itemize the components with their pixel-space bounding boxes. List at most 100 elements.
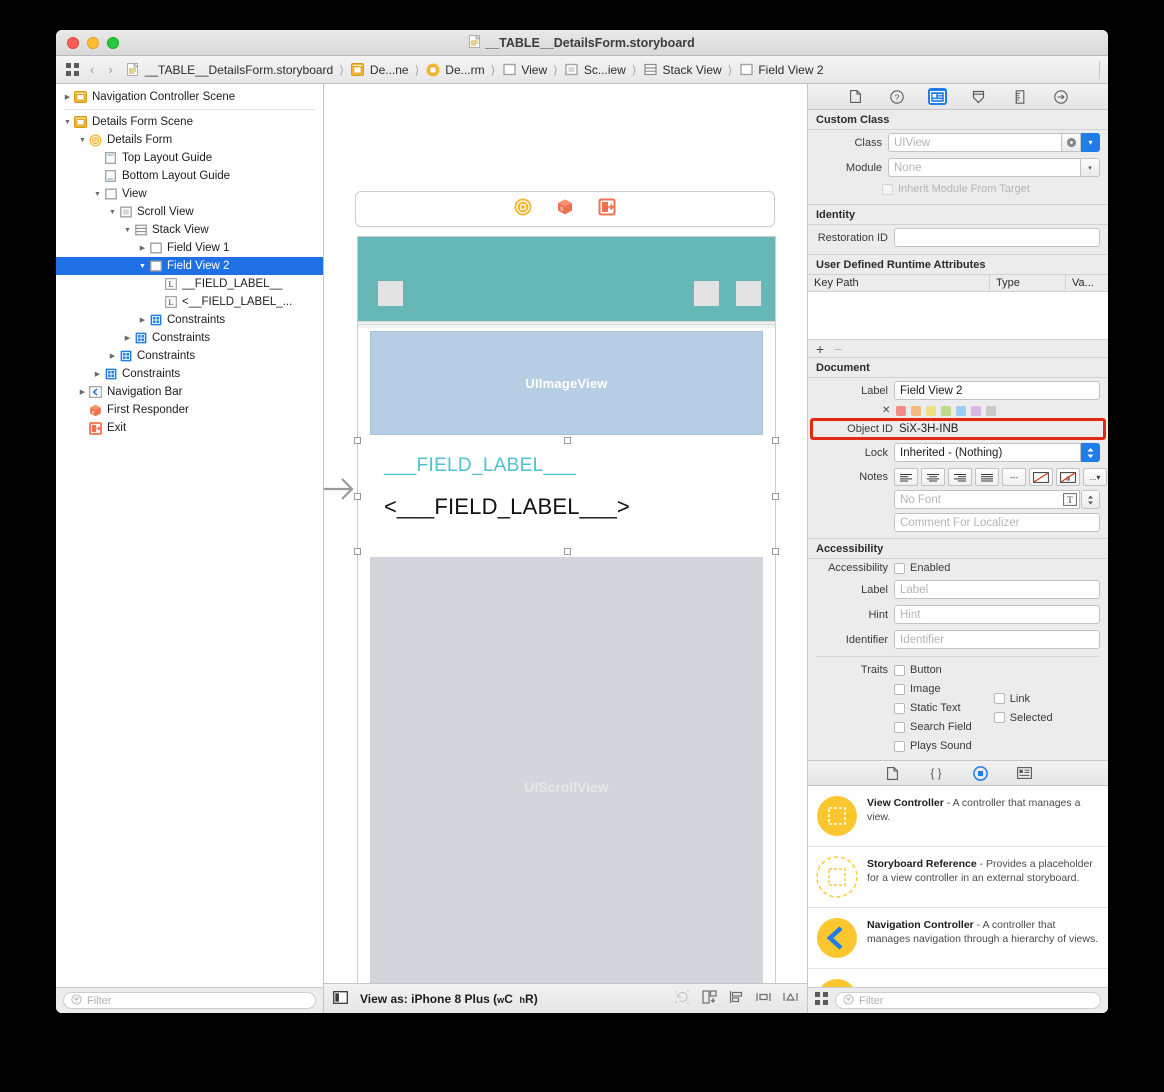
align-center-icon[interactable] [921, 468, 945, 486]
field-view-2-preview[interactable]: ___FIELD_LABEL___ <___FIELD_LABEL___> [354, 437, 779, 555]
swatch-orange[interactable] [911, 405, 922, 416]
twisty-down-icon[interactable]: ▼ [107, 209, 118, 216]
connections-inspector-icon[interactable] [1051, 88, 1070, 105]
library-filter-input[interactable]: Filter [835, 992, 1101, 1009]
accessibility-hint-input[interactable]: Hint [894, 605, 1100, 624]
comment-for-localizer-input[interactable]: Comment For Localizer [894, 513, 1100, 532]
outline-row-details-form-scene[interactable]: ▼ Details Form Scene [56, 113, 323, 131]
trait-button-checkbox[interactable] [894, 664, 905, 676]
class-clear-icon[interactable] [1062, 133, 1081, 152]
trait-link-checkbox[interactable] [993, 693, 1005, 704]
breadcrumb-item-6[interactable]: Field View 2 [738, 62, 824, 78]
add-attribute-button[interactable]: + [816, 341, 824, 357]
breadcrumb-item-3[interactable]: View ⟩ [501, 62, 559, 78]
lock-stepper-icon[interactable] [1081, 443, 1100, 462]
twisty-right-icon[interactable]: ▶ [137, 316, 148, 324]
remove-attribute-button[interactable]: − [834, 341, 842, 357]
resize-handle-tr[interactable] [772, 437, 779, 444]
outline-row-top-layout-guide[interactable]: Top Layout Guide [56, 149, 323, 167]
outline-row-exit[interactable]: Exit [56, 419, 323, 437]
media-library-icon[interactable] [1015, 765, 1033, 782]
scroll-view-preview[interactable]: UIScrollView [370, 557, 763, 983]
no-background-color-icon[interactable] [1029, 468, 1053, 486]
storyboard-canvas[interactable]: UIImageView ___FIELD_LABEL___ <___FIELD_… [324, 84, 807, 983]
module-input[interactable]: None [888, 158, 1081, 177]
resolve-issues-icon[interactable] [783, 990, 798, 1007]
resize-handle-r[interactable] [772, 493, 779, 500]
trait-image-checkbox[interactable] [894, 683, 905, 695]
twisty-down-icon[interactable]: ▼ [137, 263, 148, 270]
twisty-right-icon[interactable]: ▶ [137, 244, 148, 252]
update-frames-icon[interactable] [675, 990, 690, 1007]
font-size-stepper[interactable] [1081, 490, 1100, 509]
document-label-input[interactable]: Field View 2 [894, 381, 1100, 400]
outline-row-scroll-view[interactable]: ▼ Scroll View [56, 203, 323, 221]
outline-row-field-label[interactable]: L __FIELD_LABEL__ [56, 275, 323, 293]
swatch-gray[interactable] [986, 405, 997, 416]
breadcrumb-item-4[interactable]: Sc...iew ⟩ [564, 62, 639, 78]
quick-help-inspector-icon[interactable]: ? [887, 88, 906, 105]
no-text-color-icon[interactable]: a [1056, 468, 1080, 486]
code-snippet-library-icon[interactable]: { } [927, 765, 945, 782]
outline-row-view[interactable]: ▼ View [56, 185, 323, 203]
outline-row-constraints[interactable]: ▶ Constraints [56, 347, 323, 365]
accessibility-enabled-checkbox[interactable] [894, 562, 905, 574]
attributes-inspector-icon[interactable] [969, 88, 988, 105]
twisty-down-icon[interactable]: ▼ [77, 137, 88, 144]
swatch-purple[interactable] [971, 405, 982, 416]
library-item-list[interactable]: View Controller - A controller that mana… [808, 786, 1108, 987]
navigation-bar-preview[interactable] [358, 237, 775, 321]
restoration-id-input[interactable] [894, 228, 1100, 247]
file-inspector-icon[interactable] [846, 88, 865, 105]
trait-selected-checkbox[interactable] [993, 712, 1005, 723]
outline-row-first-responder[interactable]: First Responder [56, 401, 323, 419]
library-grid-toggle-icon[interactable] [815, 991, 828, 1010]
library-item[interactable]: View Controller - A controller that mana… [808, 786, 1108, 847]
accessibility-identifier-input[interactable]: Identifier [894, 630, 1100, 649]
device-preview[interactable]: UIImageView ___FIELD_LABEL___ <___FIELD_… [354, 236, 779, 983]
class-dropdown-button[interactable]: ▾ [1081, 133, 1100, 152]
outline-row-field-view-2[interactable]: ▼ Field View 2 [56, 257, 323, 275]
twisty-down-icon[interactable]: ▼ [122, 227, 133, 234]
size-inspector-icon[interactable] [1010, 88, 1029, 105]
dashed-line-icon[interactable]: --- [1002, 468, 1026, 486]
align-left-icon[interactable] [894, 468, 918, 486]
accessibility-label-input[interactable]: Label [894, 580, 1100, 599]
outline-row-navigation-bar[interactable]: ▶ Navigation Bar [56, 383, 323, 401]
align-icon[interactable] [729, 990, 744, 1007]
swatch-red[interactable] [896, 405, 907, 416]
trait-static-text-checkbox[interactable] [894, 702, 905, 714]
class-input[interactable]: UIView [888, 133, 1062, 152]
swatch-yellow[interactable] [926, 405, 937, 416]
breadcrumb-item-2[interactable]: De...rm ⟩ [425, 62, 497, 78]
image-view-preview[interactable]: UIImageView [370, 331, 763, 435]
twisty-right-icon[interactable]: ▶ [107, 352, 118, 360]
inherit-module-checkbox[interactable] [882, 183, 893, 195]
more-options-icon[interactable]: ...▾ [1083, 468, 1107, 486]
editor-layout-icon[interactable] [64, 62, 80, 78]
swatch-green[interactable] [941, 405, 952, 416]
trait-plays-sound-checkbox[interactable] [894, 740, 905, 752]
module-dropdown-button[interactable]: ▾ [1081, 158, 1100, 177]
outline-row-bottom-layout-guide[interactable]: Bottom Layout Guide [56, 167, 323, 185]
first-responder-icon[interactable] [556, 198, 574, 221]
library-item-partial[interactable] [808, 969, 1108, 987]
document-outline-tree[interactable]: ▶ Navigation Controller Scene ▼ Details For… [56, 84, 323, 987]
navbar-right-item-2[interactable] [736, 281, 761, 306]
twisty-down-icon[interactable]: ▼ [62, 119, 73, 126]
notes-font-input[interactable]: No Font [894, 490, 1080, 509]
twisty-right-icon[interactable]: ▶ [62, 93, 73, 101]
pin-icon[interactable] [756, 990, 771, 1007]
breadcrumb-item-0[interactable]: __TABLE__DetailsForm.storyboard ⟩ [125, 62, 346, 78]
library-item[interactable]: Storyboard Reference - Provides a placeh… [808, 847, 1108, 908]
align-justify-icon[interactable] [975, 468, 999, 486]
outline-row-constraints[interactable]: ▶ Constraints [56, 365, 323, 383]
forward-button[interactable]: › [108, 62, 112, 77]
toggle-document-outline-icon[interactable] [333, 990, 348, 1007]
outline-row-field-view-1[interactable]: ▶ Field View 1 [56, 239, 323, 257]
outline-row-stack-view[interactable]: ▼ Stack View [56, 221, 323, 239]
outline-row-details-form[interactable]: ▼ Details Form [56, 131, 323, 149]
object-library-icon[interactable] [971, 765, 989, 782]
lock-select[interactable]: Inherited - (Nothing) [894, 443, 1081, 462]
breadcrumb-item-1[interactable]: De...ne ⟩ [350, 62, 421, 78]
